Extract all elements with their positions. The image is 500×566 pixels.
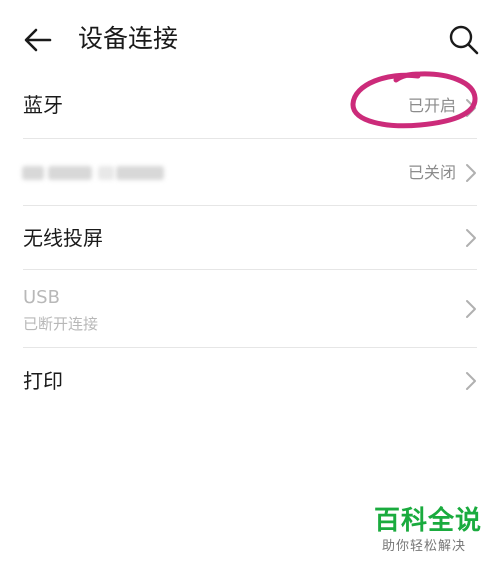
watermark-title: 百科全说 [374,506,483,536]
watermark-subtitle: 助你轻松解决 [382,539,467,554]
chevron-right-icon [466,300,476,318]
search-icon[interactable] [447,23,481,57]
page-title: 设备连接 [78,24,179,53]
chevron-right-icon [466,229,476,247]
header-bar: 设备连接 [0,0,500,78]
blurred-label [16,160,166,186]
bluetooth-status: 已开启 [407,96,456,115]
watermark-logo: 百科全说 助你轻松解决 [374,505,490,561]
usb-status: 已断开连接 [23,315,99,333]
usb-label: USB [23,287,60,308]
wireless-projection-row[interactable]: 无线投屏 [0,206,500,269]
bluetooth-label: 蓝牙 [23,93,63,117]
blurred-setting-status: 已关闭 [407,163,456,182]
bluetooth-row[interactable]: 蓝牙 已开启 [0,78,500,138]
usb-row[interactable] [0,270,500,347]
back-arrow-icon[interactable] [20,22,56,58]
chevron-right-icon [466,99,476,117]
wireless-projection-label: 无线投屏 [23,226,103,250]
print-label: 打印 [23,369,63,393]
chevron-right-icon [466,164,476,182]
chevron-right-icon [466,372,476,390]
print-row[interactable]: 打印 [0,348,500,412]
